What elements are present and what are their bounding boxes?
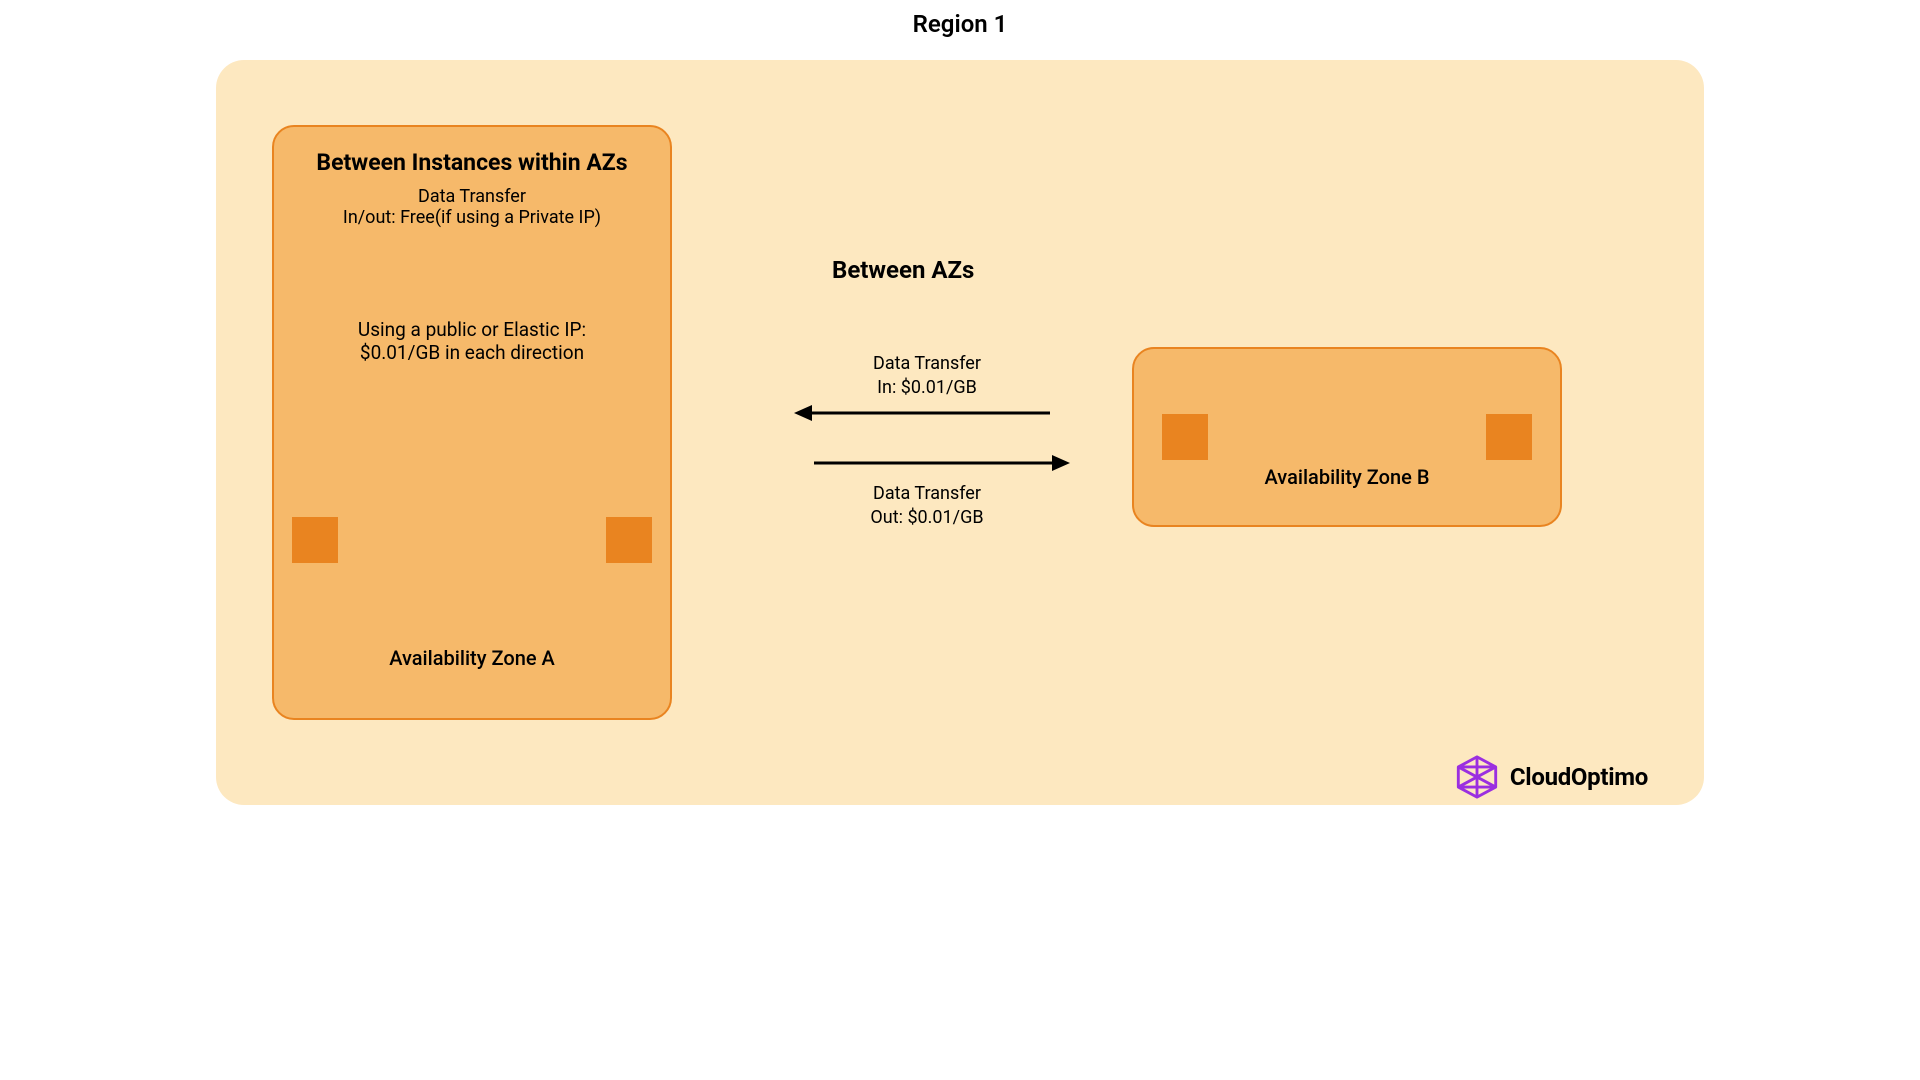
arrow-left-icon bbox=[792, 402, 1052, 424]
brand-name: CloudOptimo bbox=[1510, 763, 1648, 791]
transfer-out-line2: Out: $0.01/GB bbox=[870, 507, 983, 528]
cloudoptimo-icon bbox=[1454, 754, 1500, 800]
zone-b-label: Availability Zone B bbox=[1134, 465, 1560, 489]
instance-icon bbox=[1486, 414, 1532, 460]
region-title: Region 1 bbox=[192, 10, 1728, 38]
transfer-out-line1: Data Transfer bbox=[873, 483, 981, 504]
instance-icon bbox=[606, 517, 652, 563]
zone-a-public-ip-line1: Using a public or Elastic IP: bbox=[292, 318, 652, 341]
brand-logo: CloudOptimo bbox=[1454, 754, 1648, 800]
transfer-in-label: Data Transfer In: $0.01/GB bbox=[852, 352, 1002, 401]
arrow-right-icon bbox=[812, 452, 1072, 474]
instance-icon bbox=[292, 517, 338, 563]
transfer-out-label: Data Transfer Out: $0.01/GB bbox=[852, 482, 1002, 531]
between-azs-heading: Between AZs bbox=[832, 256, 974, 284]
zone-a-data-transfer-label: Data Transfer bbox=[292, 186, 652, 207]
diagram-canvas: Region 1 Between Instances within AZs Da… bbox=[192, 0, 1728, 830]
availability-zone-a: Between Instances within AZs Data Transf… bbox=[272, 125, 672, 720]
zone-a-public-ip-line2: $0.01/GB in each direction bbox=[292, 341, 652, 364]
availability-zone-b: Availability Zone B bbox=[1132, 347, 1562, 527]
zone-a-label: Availability Zone A bbox=[274, 646, 670, 670]
instance-icon bbox=[1162, 414, 1208, 460]
transfer-in-line1: Data Transfer bbox=[873, 353, 981, 374]
zone-a-heading: Between Instances within AZs bbox=[292, 149, 652, 176]
zone-a-free-text: In/out: Free(if using a Private IP) bbox=[292, 207, 652, 228]
transfer-in-line2: In: $0.01/GB bbox=[877, 377, 977, 398]
